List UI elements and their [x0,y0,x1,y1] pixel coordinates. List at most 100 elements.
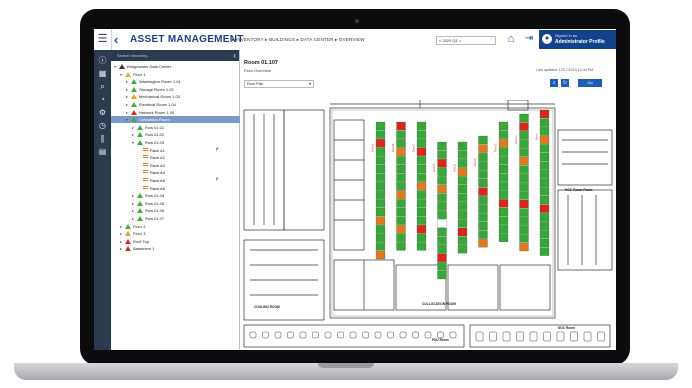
rack-cell[interactable] [539,170,550,179]
rack-cell[interactable] [396,121,406,131]
rack-cell[interactable] [375,207,386,217]
rack-cell[interactable] [396,182,406,191]
rack-cell[interactable] [416,207,427,217]
search-button[interactable]: ⌕ [550,79,558,87]
rack-cell[interactable] [498,173,509,182]
chevron-left-icon[interactable]: ‹ [114,29,126,50]
rack-cell[interactable] [457,236,468,245]
rack-cell[interactable] [498,130,509,139]
rack-cell[interactable] [498,233,509,242]
home-icon[interactable]: ⌂ [504,32,518,46]
rack-cell[interactable] [396,164,406,174]
rack-cell[interactable] [539,118,550,127]
rack-cell[interactable] [437,245,447,254]
rack-cell[interactable] [457,150,468,159]
view-select[interactable]: Floor Plan ▾ [244,80,314,88]
rack-cell[interactable] [498,164,509,174]
rack-cell[interactable] [519,139,529,148]
rack-cell[interactable] [396,242,406,251]
share-icon[interactable]: ↱ [215,177,219,183]
rack-cell[interactable] [519,131,529,140]
rack-cell[interactable] [437,253,447,262]
tree-item[interactable]: ▸ Electrical Room 1.04 [111,101,254,108]
rack-cell[interactable] [478,187,488,196]
rack-cell[interactable] [437,227,447,237]
history-icon[interactable]: ◔ [97,94,108,105]
rack-cell[interactable] [437,270,447,280]
rack-cell[interactable] [457,210,468,219]
rack-cell[interactable] [437,236,447,245]
rack-cell[interactable] [416,147,427,156]
rack-rows[interactable]: Row A Row B Row C Row D Row E Row F Row G Row H… [371,109,550,280]
rack-cell[interactable] [519,182,529,191]
rack-row[interactable]: Row B [391,121,406,251]
tree-item[interactable]: ▸ Storage Room 1.02 [111,86,254,93]
logout-icon[interactable]: ⇥ [522,32,536,46]
rack-cell[interactable] [539,195,550,205]
rack-cell[interactable] [539,152,550,162]
go-button[interactable]: Go [578,79,602,87]
rack-cell[interactable] [396,156,406,165]
hamburger-icon[interactable]: ☰ [94,29,112,50]
rack-cell[interactable] [437,184,447,194]
rack-cell[interactable] [375,121,386,131]
rack-cell[interactable] [437,219,447,228]
tree-item[interactable]: ▾ Bridgewater Data Center [111,63,242,70]
rack-row[interactable]: Row H [514,113,529,252]
rack-row[interactable]: Row F [473,135,488,248]
tree-item[interactable]: ▸ Row 01.02 [111,131,260,138]
columns-icon[interactable]: ∥ [97,133,108,144]
rack-cell[interactable] [539,144,550,153]
rack-row[interactable]: Row G [494,121,509,242]
rack-cell[interactable] [539,247,550,256]
tree-search-bar[interactable]: Search hierarchy... ‹ [111,50,239,61]
rack-cell[interactable] [437,167,447,176]
rack-cell[interactable] [396,225,406,234]
rack-cell[interactable] [416,190,427,199]
rack-cell[interactable] [478,178,488,188]
rack-cell[interactable] [416,164,427,174]
tree-item[interactable]: ▸ Basement 1 [111,245,248,252]
rack-cell[interactable] [437,193,447,202]
rack-cell[interactable] [375,225,386,234]
rack-cell[interactable] [519,191,529,200]
rack-cell[interactable] [396,139,406,148]
rack-cell[interactable] [478,161,488,170]
rack-cell[interactable] [498,182,509,191]
tree-item[interactable]: ▸ Network Room 1.05 [111,109,254,116]
floor-plan[interactable]: Row A Row B Row C Row D Row E Row F Row G Row H… [240,99,616,350]
rack-cell[interactable] [457,227,468,237]
share-icon[interactable]: ↱ [215,147,219,153]
rack-cell[interactable] [478,230,488,239]
rack-cell[interactable] [416,130,427,139]
floor-icon[interactable]: ▦ [97,68,108,79]
rack-cell[interactable] [539,161,550,170]
rack-cell[interactable] [457,202,468,211]
rack-cell[interactable] [519,217,529,226]
rack-cell[interactable] [437,141,447,151]
rack-cell[interactable] [457,176,468,185]
rack-cell[interactable] [539,127,550,136]
rack-cell[interactable] [498,156,509,165]
rack-cell[interactable] [478,213,488,222]
rack-cell[interactable] [375,173,386,182]
rack-cell[interactable] [416,199,427,208]
tree-item[interactable]: ▸ Row 01.06 [111,207,260,214]
rack-cell[interactable] [519,165,529,174]
rack-cell[interactable] [375,156,386,165]
rack-cell[interactable] [498,225,509,234]
rack-cell[interactable] [478,239,488,248]
rack-cell[interactable] [416,233,427,242]
rack-cell[interactable] [539,135,550,144]
rack-cell[interactable] [375,182,386,191]
rack-cell[interactable] [519,156,529,166]
rack-cell[interactable] [498,147,509,156]
rack-row[interactable]: Row C [412,121,427,251]
rack-cell[interactable] [519,234,529,243]
rack-cell[interactable] [457,167,468,176]
rack-cell[interactable] [478,144,488,153]
rack-cell[interactable] [375,139,386,148]
rack-cell[interactable] [416,216,427,225]
rack-cell[interactable] [498,121,509,131]
rack-cell[interactable] [539,221,550,230]
